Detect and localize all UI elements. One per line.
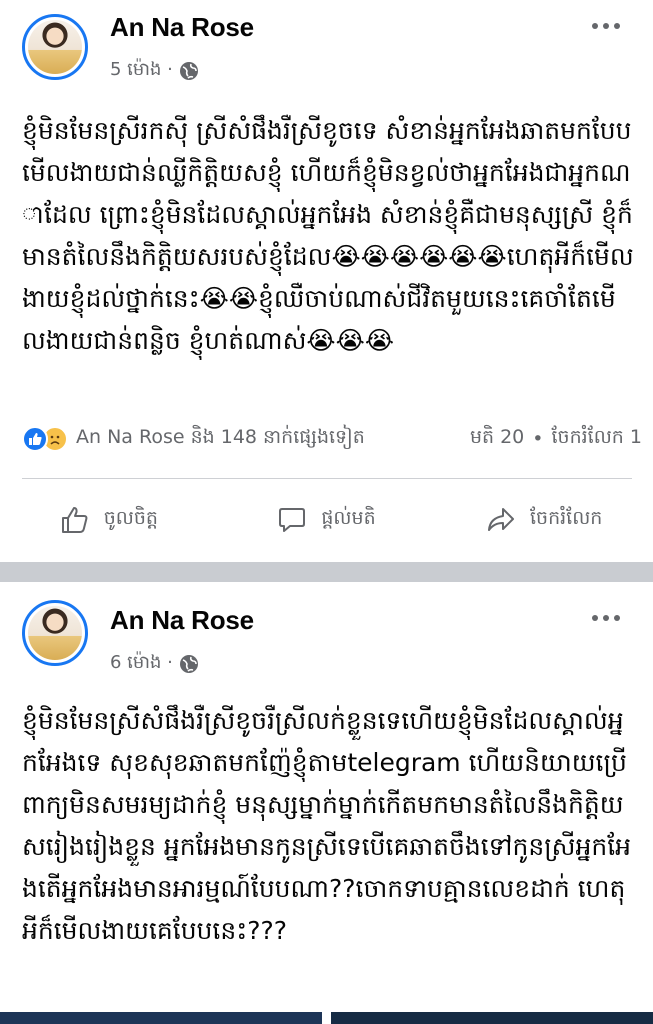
avatar[interactable]: [22, 600, 88, 666]
post-time[interactable]: 5 ម៉ោង ·: [110, 57, 173, 84]
thumbs-up-icon: [61, 507, 88, 533]
author-name[interactable]: An Na Rose: [110, 12, 254, 43]
divider: [22, 478, 632, 479]
comment-button[interactable]: ផ្ដល់មតិ: [218, 490, 436, 550]
share-count[interactable]: ចែករំលែក 1: [552, 425, 643, 453]
reaction-summary[interactable]: An Na Rose និង 148 នាក់ផ្សេងទៀត: [76, 425, 365, 453]
comment-count[interactable]: មតិ 20: [470, 425, 524, 453]
globe-icon[interactable]: [179, 654, 199, 674]
comment-icon: [279, 508, 306, 532]
post-card: An Na Rose 6 ម៉ោង · ខ្ញុំមិនមែនស្រីសំផឹង…: [0, 582, 653, 1024]
post-text: ខ្ញុំមិនមែនស្រីសំផឹងរឺស្រីខូចរឺស្រីលក់ខ្…: [22, 706, 632, 945]
engagement-counts: មតិ 20 • ចែករំលែក 1: [470, 425, 642, 453]
share-button[interactable]: ចែករំលែក: [435, 490, 653, 550]
reactions-bar[interactable]: An Na Rose និង 148 នាក់ផ្សេងទៀត មតិ 20 •…: [22, 424, 642, 454]
post-actions: ចូលចិត្ត ផ្ដល់មតិ ចែករំលែក: [0, 490, 653, 550]
globe-icon[interactable]: [179, 61, 199, 81]
share-arrow-icon: [487, 508, 514, 531]
like-reaction-icon: [22, 426, 48, 452]
attached-image-thumbnail[interactable]: [0, 1012, 322, 1024]
like-button[interactable]: ចូលចិត្ត: [0, 490, 218, 550]
avatar[interactable]: [22, 14, 88, 80]
post-meta: 6 ម៉ោង ·: [110, 650, 199, 677]
profile-photo: [28, 606, 82, 660]
feed-separator: [0, 562, 653, 582]
post-card: An Na Rose 5 ម៉ោង · ខ្ញុំមិនមែនស្រីរកស៊ី…: [0, 0, 653, 562]
dot-separator: •: [532, 428, 544, 450]
share-label: ចែករំលែក: [529, 507, 603, 529]
comment-label: ផ្ដល់មតិ: [321, 507, 376, 529]
attached-image-thumbnail[interactable]: [331, 1012, 653, 1024]
post-meta: 5 ម៉ោង ·: [110, 57, 199, 84]
like-label: ចូលចិត្ត: [103, 507, 158, 529]
more-options-icon[interactable]: [589, 18, 623, 34]
post-text: ខ្ញុំមិនមែនស្រីរកស៊ី ស្រីសំផឹងរឺស្រីខូចទ…: [22, 116, 634, 355]
reaction-icons: [22, 426, 68, 452]
author-name[interactable]: An Na Rose: [110, 605, 254, 636]
more-options-icon[interactable]: [589, 610, 623, 626]
post-time[interactable]: 6 ម៉ោង ·: [110, 650, 173, 677]
profile-photo: [28, 20, 82, 74]
